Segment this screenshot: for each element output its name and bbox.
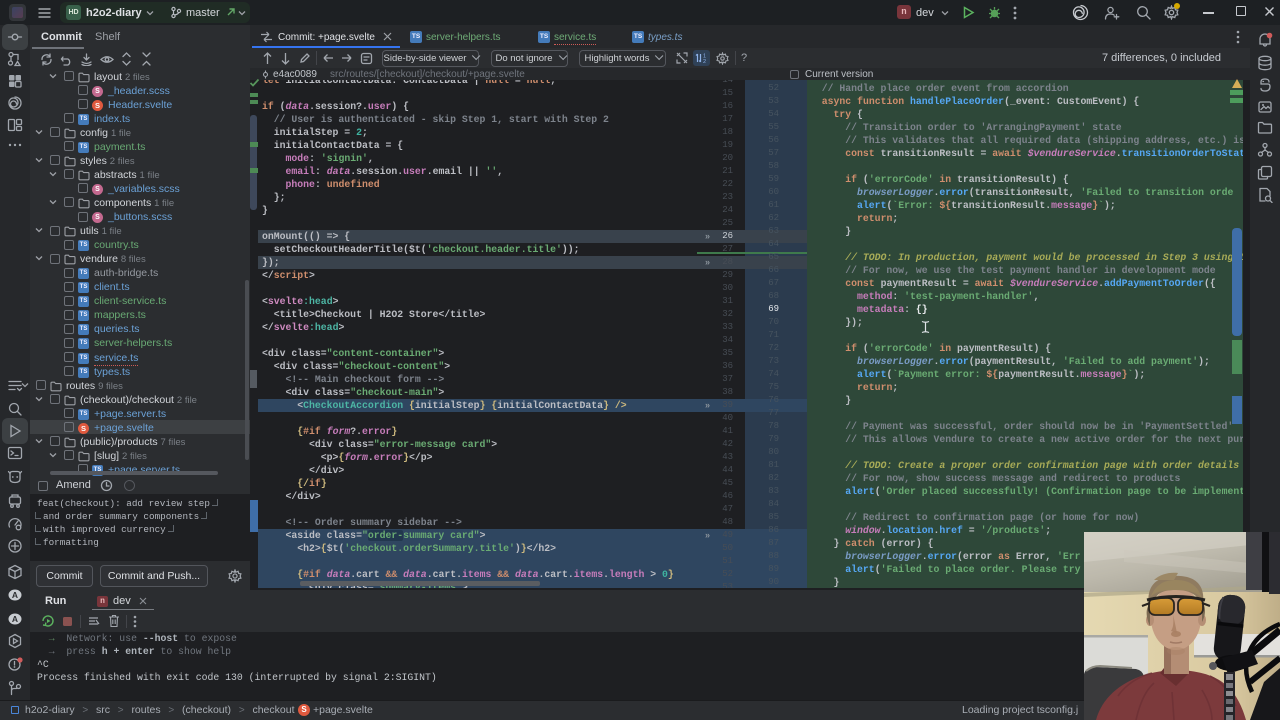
svg-text:A: A xyxy=(12,590,18,600)
svg-text:2: 2 xyxy=(703,59,706,64)
svg-text:A: A xyxy=(12,614,18,624)
